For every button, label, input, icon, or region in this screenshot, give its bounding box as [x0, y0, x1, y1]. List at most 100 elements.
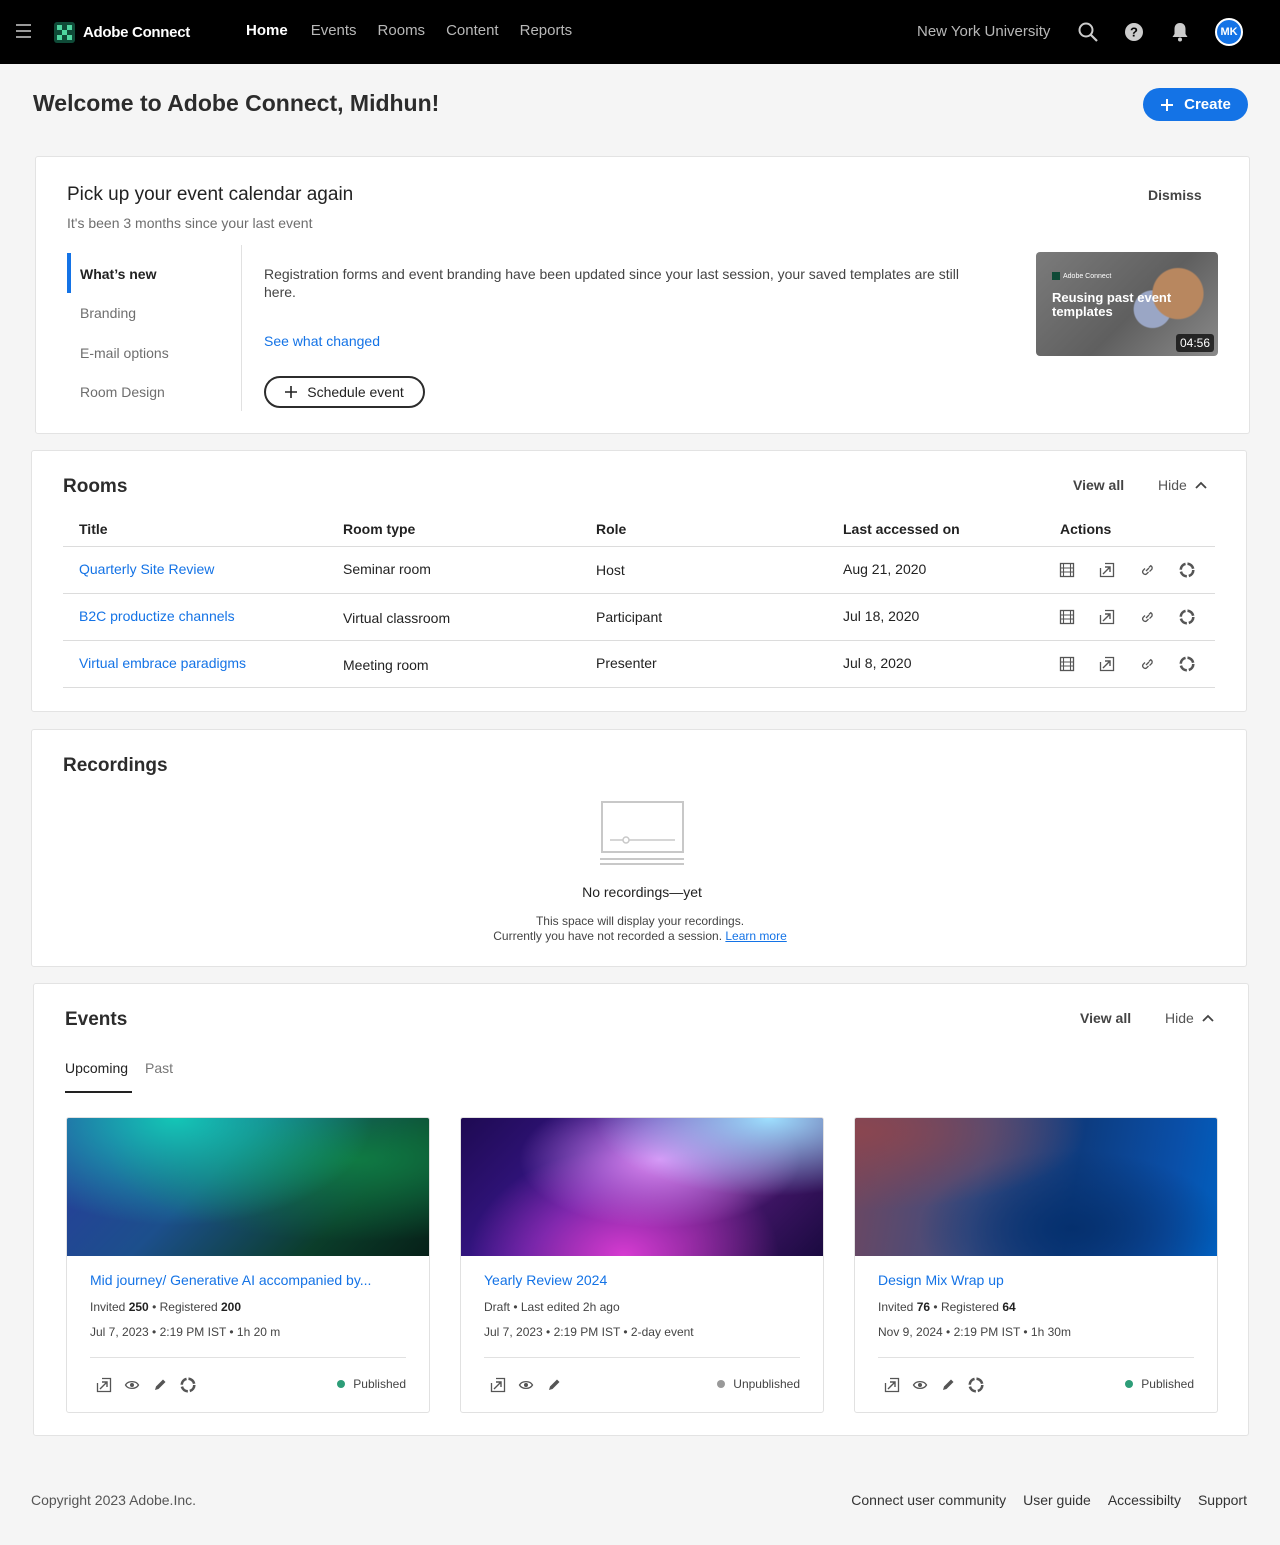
rooms-hide-toggle[interactable]: Hide [1158, 477, 1207, 493]
event-title-link[interactable]: Design Mix Wrap up [878, 1272, 1004, 1288]
edit-pencil-icon[interactable] [152, 1377, 168, 1393]
rooms-view-all-link[interactable]: View all [1073, 477, 1124, 493]
events-card: Events View all Hide Upcoming Past Mid j… [33, 983, 1249, 1436]
col-role[interactable]: Role [596, 521, 626, 537]
col-title[interactable]: Title [79, 521, 108, 537]
help-icon[interactable]: ? [1122, 20, 1146, 44]
org-name[interactable]: New York University [917, 23, 1050, 40]
event-card[interactable]: Mid journey/ Generative AI accompanied b… [66, 1117, 430, 1413]
recordings-film-icon[interactable] [1059, 656, 1075, 672]
create-button[interactable]: Create [1143, 88, 1248, 121]
edit-pencil-icon[interactable] [940, 1377, 956, 1393]
room-type: Meeting room [343, 657, 429, 673]
adobe-connect-logo-icon [1052, 272, 1060, 280]
adobe-connect-app-icon[interactable] [1179, 656, 1195, 672]
brand-name: Adobe Connect [83, 24, 190, 41]
room-actions [1059, 656, 1195, 672]
empty-state-description: This space will display your recordings.… [32, 914, 1248, 944]
menu-item-whats-new[interactable]: What’s new [80, 266, 157, 282]
room-title-link[interactable]: Virtual embrace paradigms [79, 655, 246, 671]
empty-state-line-2-text: Currently you have not recorded a sessio… [493, 929, 723, 943]
adobe-connect-app-icon[interactable] [180, 1377, 196, 1393]
copyright: Copyright 2023 Adobe.Inc. [31, 1492, 197, 1508]
event-actions [884, 1377, 984, 1393]
copy-link-icon[interactable] [1139, 656, 1155, 672]
rooms-card: Rooms View all Hide Title Room type Role… [31, 450, 1247, 712]
preview-eye-icon[interactable] [518, 1377, 534, 1393]
nav-content[interactable]: Content [446, 22, 499, 39]
plus-icon [1161, 98, 1174, 111]
footer-link-community[interactable]: Connect user community [851, 1492, 1006, 1508]
event-card[interactable]: Design Mix Wrap up Invited 76 • Register… [854, 1117, 1218, 1413]
events-hide-toggle[interactable]: Hide [1165, 1010, 1214, 1026]
empty-recordings-illustration-icon [600, 801, 684, 865]
menu-item-branding[interactable]: Branding [80, 305, 136, 321]
enter-room-icon[interactable] [1099, 656, 1115, 672]
rooms-table: Title Room type Role Last accessed on Ac… [63, 511, 1215, 688]
create-button-label: Create [1184, 96, 1231, 113]
nav-events[interactable]: Events [311, 22, 357, 39]
adobe-connect-app-icon[interactable] [968, 1377, 984, 1393]
registered-count: 200 [220, 1300, 242, 1314]
status-badge: Published [1125, 1377, 1194, 1391]
status-label: Unpublished [733, 1377, 800, 1391]
footer-link-user-guide[interactable]: User guide [1023, 1492, 1091, 1508]
edit-pencil-icon[interactable] [546, 1377, 562, 1393]
room-title-link[interactable]: B2C productize channels [79, 608, 235, 624]
hamburger-menu-icon[interactable] [16, 24, 32, 40]
room-title-link[interactable]: Quarterly Site Review [79, 561, 214, 577]
nav-rooms[interactable]: Rooms [378, 22, 426, 39]
menu-item-room-design[interactable]: Room Design [80, 384, 165, 400]
enter-event-icon[interactable] [490, 1377, 506, 1393]
nav-home[interactable]: Home [246, 22, 288, 39]
event-banner-image [461, 1118, 823, 1256]
tab-upcoming[interactable]: Upcoming [65, 1060, 128, 1076]
event-title-link[interactable]: Mid journey/ Generative AI accompanied b… [90, 1272, 371, 1288]
footer-link-accessibility[interactable]: Accessibilty [1108, 1492, 1181, 1508]
video-brand-label: Adobe Connect [1063, 272, 1112, 280]
event-banner-image [67, 1118, 429, 1256]
recordings-title: Recordings [63, 755, 168, 776]
preview-eye-icon[interactable] [124, 1377, 140, 1393]
footer-link-support[interactable]: Support [1198, 1492, 1247, 1508]
preview-eye-icon[interactable] [912, 1377, 928, 1393]
room-last-accessed: Jul 8, 2020 [843, 655, 912, 671]
recordings-film-icon[interactable] [1059, 562, 1075, 578]
col-room-type[interactable]: Room type [343, 521, 415, 537]
user-avatar[interactable]: MK [1215, 18, 1243, 46]
adobe-connect-app-icon[interactable] [1179, 562, 1195, 578]
invited-label: Invited [90, 1300, 126, 1314]
tab-past[interactable]: Past [145, 1060, 173, 1076]
copy-link-icon[interactable] [1139, 562, 1155, 578]
enter-event-icon[interactable] [96, 1377, 112, 1393]
events-view-all-link[interactable]: View all [1080, 1010, 1131, 1026]
rooms-title: Rooms [63, 476, 128, 497]
enter-room-icon[interactable] [1099, 562, 1115, 578]
see-what-changed-link[interactable]: See what changed [264, 333, 380, 349]
schedule-event-button[interactable]: Schedule event [264, 376, 425, 408]
event-title-link[interactable]: Yearly Review 2024 [484, 1272, 607, 1288]
event-card[interactable]: Yearly Review 2024 Draft • Last edited 2… [460, 1117, 824, 1413]
status-dot [1125, 1380, 1134, 1388]
learn-more-link[interactable]: Learn more [725, 929, 786, 943]
dismiss-button[interactable]: Dismiss [1148, 187, 1202, 203]
menu-item-email-options[interactable]: E-mail options [80, 345, 169, 361]
enter-event-icon[interactable] [884, 1377, 900, 1393]
event-draft-status: Draft • Last edited 2h ago [484, 1300, 620, 1314]
recordings-film-icon[interactable] [1059, 609, 1075, 625]
event-schedule: Nov 9, 2024 • 2:19 PM IST • 1h 30m [878, 1325, 1071, 1339]
nav-reports[interactable]: Reports [520, 22, 573, 39]
room-actions [1059, 562, 1195, 578]
col-last-accessed[interactable]: Last accessed on [843, 521, 960, 537]
enter-room-icon[interactable] [1099, 609, 1115, 625]
room-role: Presenter [596, 655, 657, 671]
status-dot [717, 1380, 726, 1388]
search-icon[interactable] [1076, 20, 1100, 44]
adobe-connect-app-icon[interactable] [1179, 609, 1195, 625]
brand[interactable]: Adobe Connect [54, 22, 190, 43]
notifications-bell-icon[interactable] [1168, 20, 1192, 44]
chevron-up-icon [1202, 1014, 1214, 1022]
copy-link-icon[interactable] [1139, 609, 1155, 625]
video-thumbnail[interactable]: Adobe Connect Reusing past event templat… [1036, 252, 1218, 356]
main-nav: Home Events Rooms Content Reports [246, 22, 593, 39]
